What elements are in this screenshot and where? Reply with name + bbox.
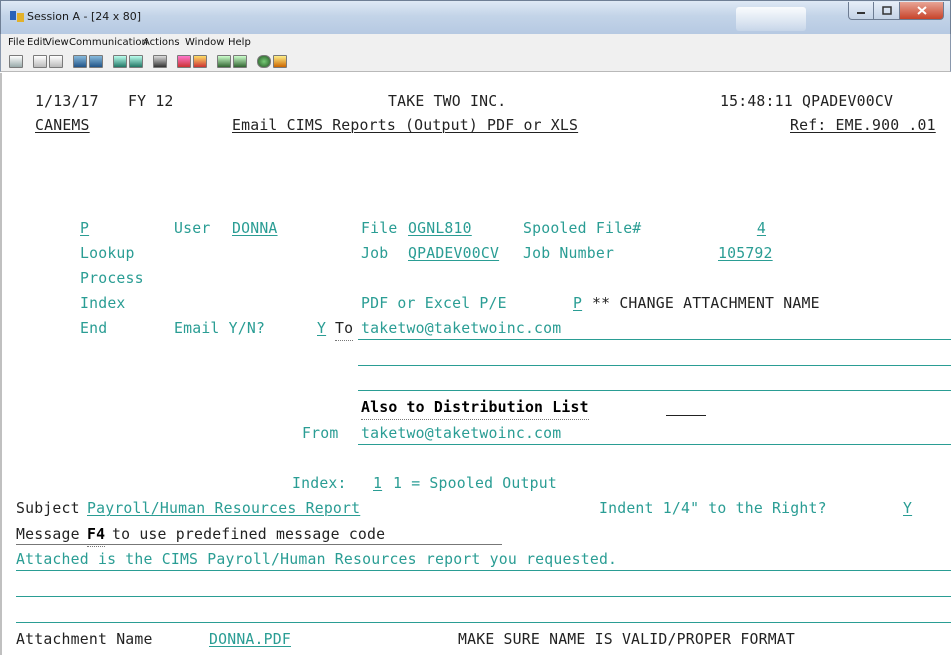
send-file-icon[interactable] — [73, 55, 87, 68]
menu-file[interactable]: File — [8, 37, 25, 48]
attachment-name-field[interactable]: DONNA.PDF — [209, 630, 443, 650]
attachment-label: Attachment Name — [16, 631, 153, 648]
customize-icon[interactable] — [233, 55, 247, 68]
minimize-button[interactable] — [848, 2, 874, 20]
distribution-list-label: Also to Distribution List — [361, 398, 589, 420]
pdf-excel-label: PDF or Excel P/E — [361, 295, 507, 312]
option-input[interactable]: P — [80, 219, 89, 239]
menu-bar: File Edit View Communication Actions Win… — [0, 34, 951, 52]
indent-field[interactable]: Y — [903, 499, 912, 519]
spooled-file-label: Spooled File# — [523, 220, 642, 237]
screen-title: Email CIMS Reports (Output) PDF or XLS — [232, 117, 579, 134]
map-keyboard-icon[interactable] — [153, 55, 167, 68]
color-map-icon[interactable] — [129, 55, 143, 68]
message-line-2[interactable] — [16, 596, 951, 597]
distribution-list-field[interactable] — [666, 415, 706, 416]
record-macro-icon[interactable] — [177, 55, 191, 68]
from-line[interactable] — [358, 444, 951, 445]
to-label: To — [335, 319, 354, 341]
to-line-2[interactable] — [358, 365, 951, 366]
close-icon — [916, 6, 927, 15]
subject-field[interactable]: Payroll/Human Resources Report — [87, 499, 583, 519]
attachment-note: MAKE SURE NAME IS VALID/PROPER FORMAT — [458, 631, 796, 648]
menu-actions[interactable]: Actions — [143, 37, 180, 48]
close-button[interactable] — [900, 2, 944, 20]
email-flag-field[interactable]: Y — [317, 319, 326, 339]
time-session: 15:48:11 QPADEV00CV — [720, 93, 894, 110]
copy-icon[interactable] — [33, 55, 47, 68]
subject-label: Subject — [16, 500, 80, 517]
index-label: Index: — [292, 475, 347, 492]
receive-file-icon[interactable] — [89, 55, 103, 68]
reference-code: Ref: EME.900 .01 — [790, 117, 936, 134]
option-end: End — [80, 320, 108, 337]
index-description: 1 = Spooled Output — [393, 475, 557, 492]
from-field[interactable]: taketwo@taketwoinc.com — [361, 424, 561, 444]
message-line-1-rule — [16, 570, 951, 571]
play-macro-icon[interactable] — [217, 55, 231, 68]
pdf-excel-field[interactable]: P — [573, 294, 582, 314]
option-lookup: Lookup — [80, 245, 135, 262]
menu-communication[interactable]: Communication — [69, 37, 148, 48]
stop-macro-icon[interactable] — [193, 55, 207, 68]
change-attachment-note: ** CHANGE ATTACHMENT NAME — [592, 295, 820, 312]
app-icon — [10, 11, 24, 22]
menu-help[interactable]: Help — [228, 37, 251, 48]
menu-edit[interactable]: Edit — [27, 37, 46, 48]
message-line-3[interactable] — [16, 622, 951, 623]
toolbar — [0, 52, 951, 72]
message-label: Message — [16, 526, 80, 543]
job-number-label: Job Number — [523, 245, 615, 262]
message-line-1[interactable]: Attached is the CIMS Payroll/Human Resou… — [16, 550, 617, 570]
window-title: Session A - [24 x 80] — [27, 10, 142, 23]
menu-window[interactable]: Window — [185, 37, 224, 48]
support-icon[interactable] — [257, 55, 271, 68]
company-name: TAKE TWO INC. — [388, 93, 507, 110]
menu-view[interactable]: View — [45, 37, 69, 48]
option-index: Index — [80, 295, 126, 312]
program-name: CANEMS — [35, 117, 90, 134]
title-bar: Session A - [24 x 80] — [0, 0, 951, 34]
maximize-icon — [881, 6, 892, 15]
maximize-button[interactable] — [874, 2, 900, 20]
to-field[interactable]: taketwo@taketwoinc.com — [361, 319, 561, 339]
job-label: Job — [361, 245, 389, 262]
index-field[interactable]: 1 — [373, 474, 382, 494]
to-line-3[interactable] — [358, 390, 951, 391]
message-hint: to use predefined message code — [112, 526, 386, 543]
to-line-1[interactable] — [358, 339, 951, 340]
fiscal-year: FY 12 — [128, 93, 174, 110]
user-label: User — [174, 220, 211, 237]
help-icon[interactable] — [273, 55, 287, 68]
terminal-screen[interactable]: 1/13/17 FY 12 TAKE TWO INC. 15:48:11 QPA… — [0, 73, 951, 655]
print-screen-icon[interactable] — [9, 55, 23, 68]
minimize-icon — [857, 11, 865, 14]
date: 1/13/17 — [35, 93, 99, 110]
from-label: From — [302, 425, 339, 442]
job-field[interactable]: QPADEV00CV — [408, 244, 499, 264]
display-icon[interactable] — [113, 55, 127, 68]
job-number-field[interactable]: 105792 — [718, 244, 773, 264]
file-field[interactable]: OGNL810 — [408, 219, 514, 239]
indent-label: Indent 1/4" to the Right? — [599, 500, 827, 517]
user-field[interactable]: DONNA — [232, 219, 340, 239]
option-process: Process — [80, 270, 144, 287]
spooled-file-field[interactable]: 4 — [718, 219, 766, 239]
email-label: Email Y/N? — [174, 320, 266, 337]
paste-icon[interactable] — [49, 55, 63, 68]
file-label: File — [361, 220, 398, 237]
